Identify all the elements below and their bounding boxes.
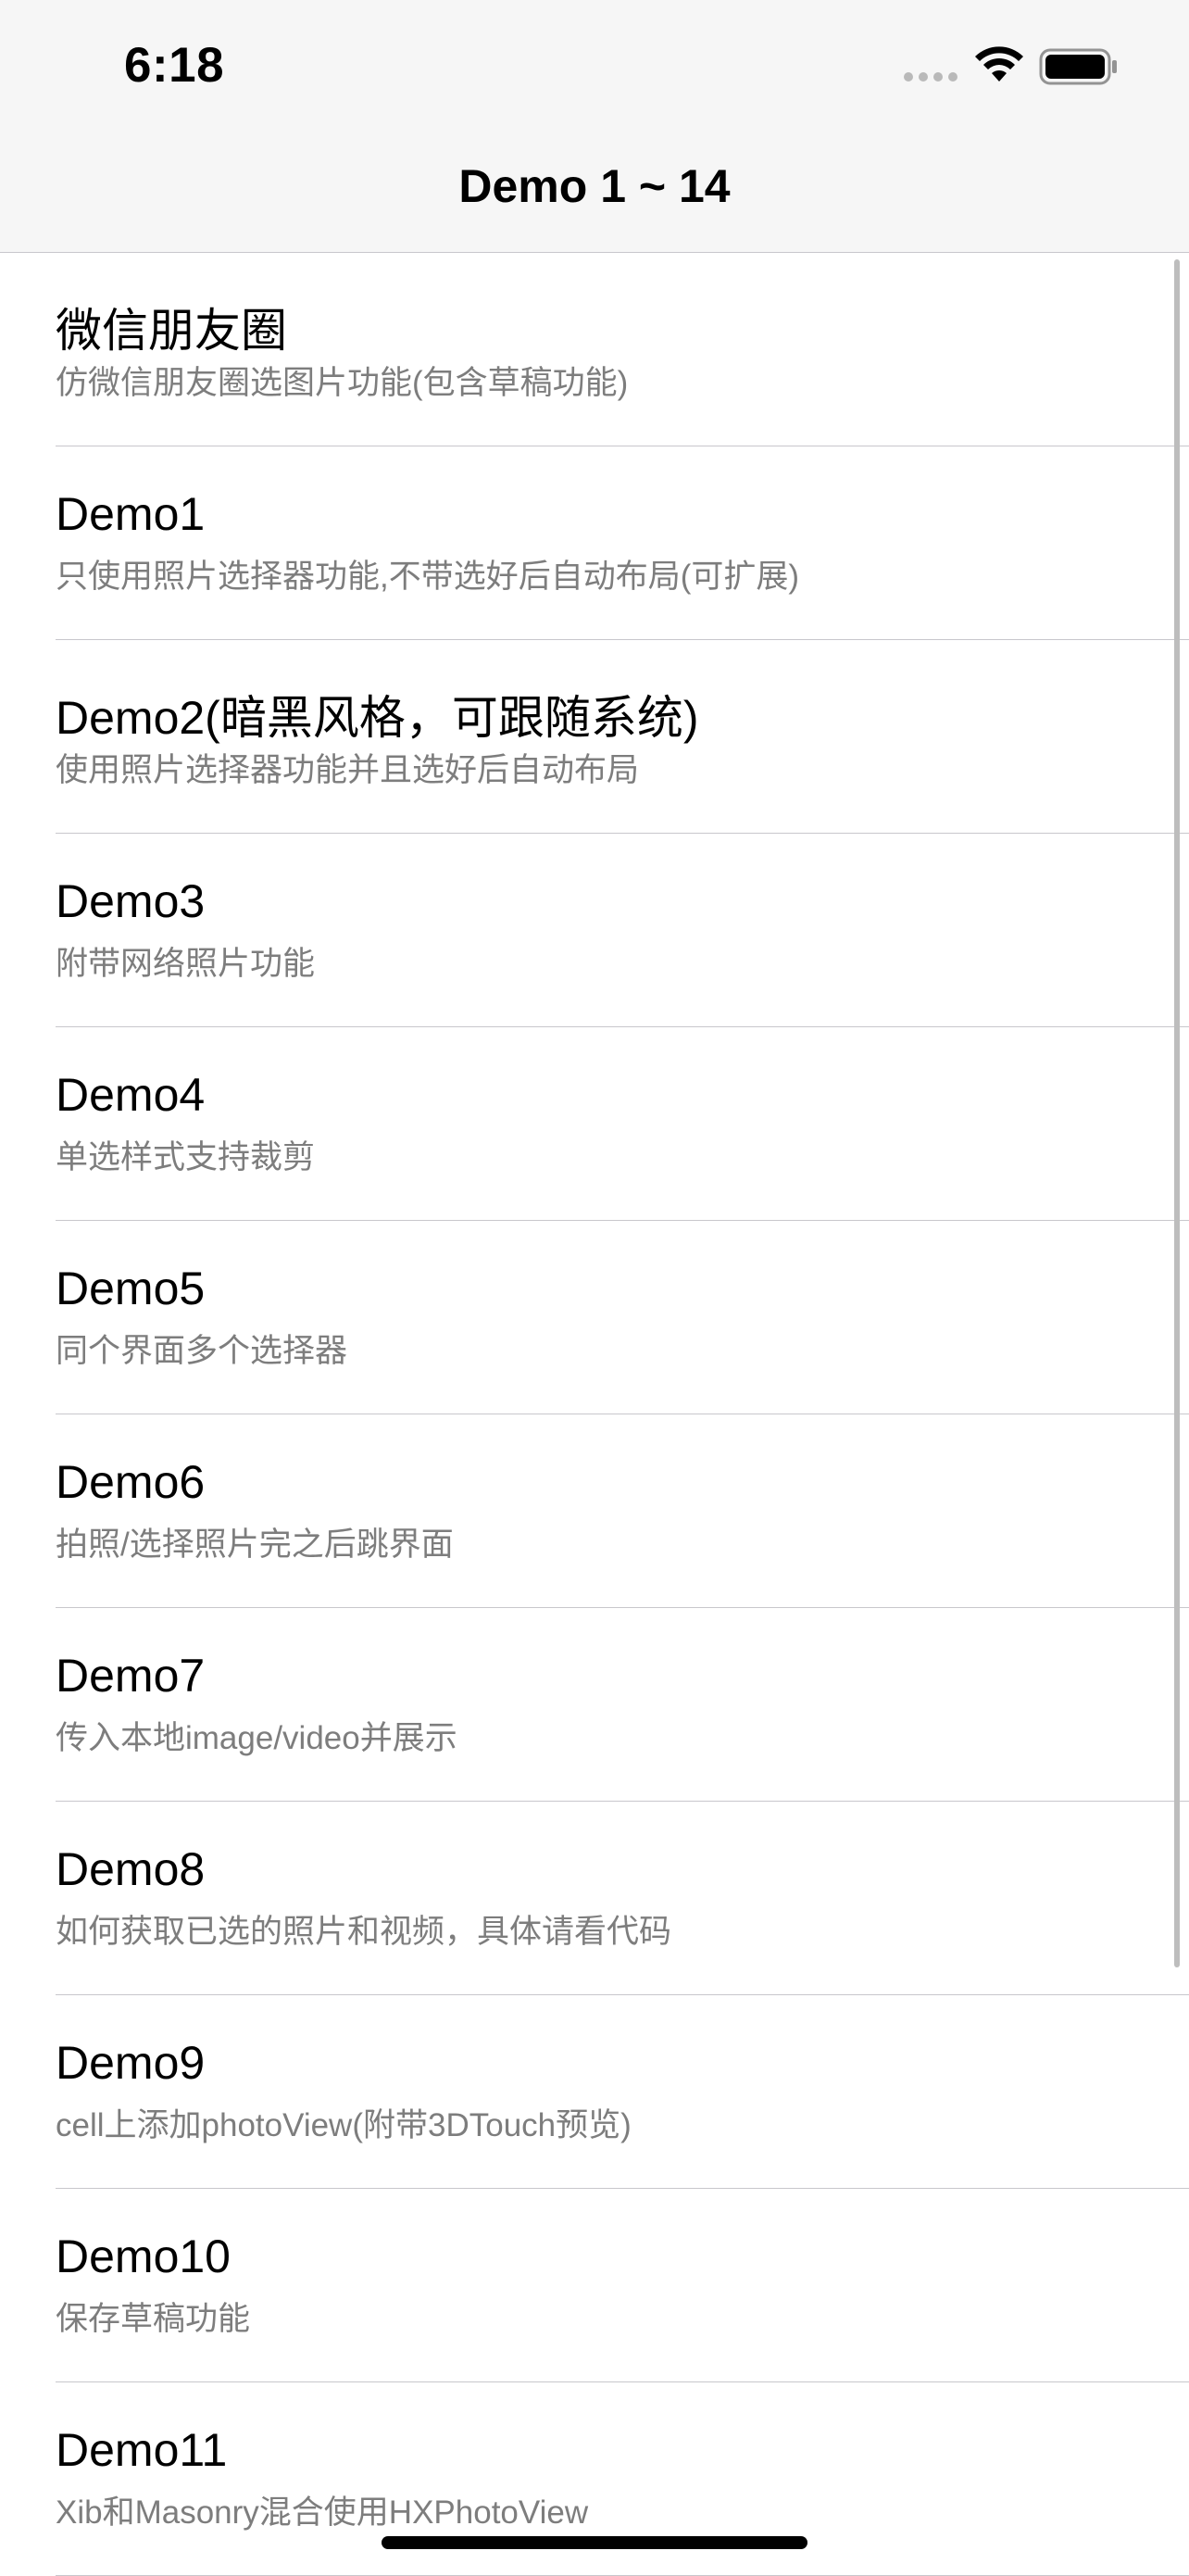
list-item-title: Demo3	[56, 875, 206, 927]
cellular-signal-icon	[904, 72, 959, 82]
list-item-title: 微信朋友圈	[56, 305, 287, 357]
demo-list: 微信朋友圈 仿微信朋友圈选图片功能(包含草稿功能) Demo1 只使用照片选择器…	[0, 253, 1189, 2576]
list-item-title: Demo2(暗黑风格，可跟随系统)	[56, 692, 699, 744]
page-title: Demo 1 ~ 14	[458, 160, 731, 212]
list-item-subtitle: 单选样式支持裁剪	[56, 1139, 316, 1175]
list-item-demo2[interactable]: Demo2(暗黑风格，可跟随系统) 使用照片选择器功能并且选好后自动布局	[0, 640, 1189, 834]
list-item-title: Demo11	[56, 2424, 228, 2476]
list-item-demo1[interactable]: Demo1 只使用照片选择器功能,不带选好后自动布局(可扩展)	[0, 446, 1189, 640]
list-item-demo4[interactable]: Demo4 单选样式支持裁剪	[0, 1027, 1189, 1221]
list-item-demo3[interactable]: Demo3 附带网络照片功能	[0, 834, 1189, 1027]
list-item-demo9[interactable]: Demo9 cell上添加photoView(附带3DTouch预览)	[0, 1995, 1189, 2189]
list-item-subtitle: 保存草稿功能	[56, 2301, 251, 2337]
status-bar: 6:18	[0, 0, 1189, 139]
list-item-title: Demo4	[56, 1069, 206, 1121]
status-time: 6:18	[124, 38, 225, 93]
list-item-title: Demo6	[56, 1456, 206, 1508]
battery-icon	[1039, 48, 1117, 85]
list-item-title: Demo10	[56, 2230, 231, 2282]
list-item-title: Demo5	[56, 1263, 206, 1314]
list-item-subtitle: 同个界面多个选择器	[56, 1333, 348, 1369]
list-item-subtitle: Xib和Masonry混合使用HXPhotoView	[56, 2494, 589, 2531]
list-item-subtitle: 只使用照片选择器功能,不带选好后自动布局(可扩展)	[56, 559, 800, 595]
list-item-subtitle: 附带网络照片功能	[56, 946, 316, 982]
list-item-title: Demo8	[56, 1843, 206, 1895]
list-item-title: Demo1	[56, 488, 206, 540]
list-item-subtitle: 传入本地image/video并展示	[56, 1720, 457, 1756]
navigation-bar: Demo 1 ~ 14	[0, 139, 1189, 253]
wifi-icon	[975, 46, 1023, 82]
list-item-subtitle: cell上添加photoView(附带3DTouch预览)	[56, 2107, 632, 2143]
list-item-title: Demo9	[56, 2037, 206, 2089]
vertical-scrollbar[interactable]	[1174, 259, 1180, 1967]
list-item-demo8[interactable]: Demo8 如何获取已选的照片和视频，具体请看代码	[0, 1802, 1189, 1995]
list-item-demo5[interactable]: Demo5 同个界面多个选择器	[0, 1221, 1189, 1414]
list-item-subtitle: 拍照/选择照片完之后跳界面	[56, 1527, 454, 1563]
list-item-wechat-moments[interactable]: 微信朋友圈 仿微信朋友圈选图片功能(包含草稿功能)	[0, 253, 1189, 446]
home-indicator[interactable]	[382, 2536, 807, 2549]
list-item-subtitle: 使用照片选择器功能并且选好后自动布局	[56, 752, 640, 788]
list-item-demo6[interactable]: Demo6 拍照/选择照片完之后跳界面	[0, 1414, 1189, 1608]
list-item-subtitle: 仿微信朋友圈选图片功能(包含草稿功能)	[56, 365, 629, 401]
list-item-demo10[interactable]: Demo10 保存草稿功能	[0, 2189, 1189, 2382]
list-item-demo7[interactable]: Demo7 传入本地image/video并展示	[0, 1608, 1189, 1802]
list-item-subtitle: 如何获取已选的照片和视频，具体请看代码	[56, 1914, 672, 1950]
list-item-title: Demo7	[56, 1650, 206, 1702]
